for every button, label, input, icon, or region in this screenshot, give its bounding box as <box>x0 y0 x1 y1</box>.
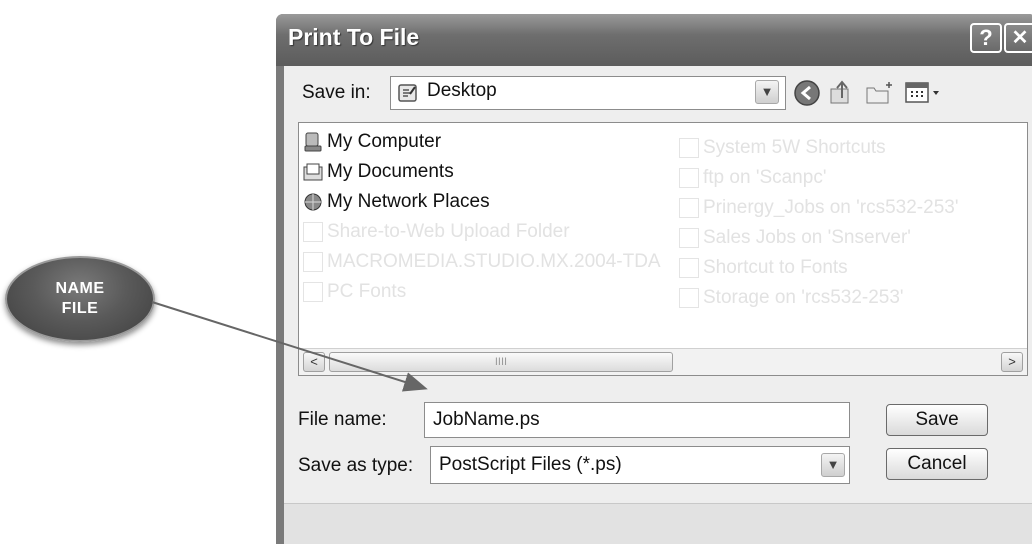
list-item[interactable]: System 5W Shortcuts <box>679 137 886 159</box>
list-item[interactable]: PC Fonts <box>303 281 406 303</box>
network-folder-icon <box>679 228 699 248</box>
close-button[interactable]: ✕ <box>1004 23 1032 53</box>
list-item-label: Prinergy_Jobs on 'rcs532-253' <box>703 197 959 218</box>
list-item-label: Shortcut to Fonts <box>703 257 848 278</box>
dialog-body: Save in: Desktop ▼ My Computer My Docume… <box>284 66 1032 544</box>
save-as-type-label: Save as type: <box>298 455 414 476</box>
back-icon[interactable] <box>792 78 822 108</box>
cancel-button[interactable]: Cancel <box>886 448 988 480</box>
title-bar: Print To File ? ✕ <box>276 14 1032 66</box>
list-item-label: Share-to-Web Upload Folder <box>327 221 570 242</box>
scroll-right-button[interactable]: > <box>1001 352 1023 372</box>
scroll-left-button[interactable]: < <box>303 352 325 372</box>
file-name-label: File name: <box>298 409 387 430</box>
list-item[interactable]: Share-to-Web Upload Folder <box>303 221 570 243</box>
chevron-down-icon[interactable]: ▼ <box>821 453 845 477</box>
save-in-dropdown[interactable]: Desktop ▼ <box>390 76 786 110</box>
callout-line-2: FILE <box>61 300 99 317</box>
folder-icon <box>303 282 323 302</box>
network-folder-icon <box>679 288 699 308</box>
folder-icon <box>303 222 323 242</box>
chevron-down-icon[interactable]: ▼ <box>755 80 779 104</box>
scroll-thumb[interactable]: IIII <box>329 352 673 372</box>
list-item-label: My Documents <box>327 161 454 182</box>
help-button[interactable]: ? <box>970 23 1002 53</box>
list-item[interactable]: Shortcut to Fonts <box>679 257 848 279</box>
print-to-file-dialog: Print To File ? ✕ Save in: Desktop ▼ My … <box>276 14 1032 544</box>
list-item[interactable]: Sales Jobs on 'Snserver' <box>679 227 911 249</box>
new-folder-icon[interactable] <box>864 78 896 108</box>
list-item-label: My Network Places <box>327 191 490 212</box>
file-name-input[interactable]: JobName.ps <box>424 402 850 438</box>
folder-icon <box>303 252 323 272</box>
save-in-value: Desktop <box>427 80 497 101</box>
list-item-label: System 5W Shortcuts <box>703 137 886 158</box>
list-item[interactable]: My Documents <box>303 161 454 183</box>
list-item[interactable]: Storage on 'rcs532-253' <box>679 287 904 309</box>
list-item-label: MACROMEDIA.STUDIO.MX.2004-TDA <box>327 251 661 272</box>
list-item[interactable]: MACROMEDIA.STUDIO.MX.2004-TDA <box>303 251 661 273</box>
list-item-label: PC Fonts <box>327 281 407 302</box>
list-item[interactable]: My Computer <box>303 131 441 153</box>
dialog-title: Print To File <box>288 24 420 50</box>
shortcut-icon <box>679 138 699 158</box>
save-as-type-dropdown[interactable]: PostScript Files (*.ps) ▼ <box>430 446 850 484</box>
view-menu-icon[interactable] <box>904 80 944 106</box>
list-item-label: ftp on 'Scanpc' <box>703 167 827 188</box>
save-in-label: Save in: <box>302 82 371 103</box>
save-button[interactable]: Save <box>886 404 988 436</box>
list-item-label: Storage on 'rcs532-253' <box>703 287 904 308</box>
list-item-label: Sales Jobs on 'Snserver' <box>703 227 911 248</box>
list-item[interactable]: My Network Places <box>303 191 490 213</box>
my-documents-icon <box>303 163 323 181</box>
list-item-label: My Computer <box>327 131 442 152</box>
list-item[interactable]: ftp on 'Scanpc' <box>679 167 826 189</box>
name-file-callout: NAME FILE <box>5 256 155 342</box>
file-list[interactable]: My Computer My Documents My Network Plac… <box>298 122 1028 376</box>
my-computer-icon <box>304 132 322 152</box>
list-item[interactable]: Prinergy_Jobs on 'rcs532-253' <box>679 197 958 219</box>
network-places-icon <box>304 193 322 211</box>
up-folder-icon[interactable] <box>828 78 856 108</box>
folder-icon <box>398 84 417 102</box>
file-name-value: JobName.ps <box>433 409 540 430</box>
network-folder-icon <box>679 198 699 218</box>
shortcut-icon <box>679 258 699 278</box>
callout-line-1: NAME <box>55 280 105 297</box>
network-folder-icon <box>679 168 699 188</box>
save-as-type-value: PostScript Files (*.ps) <box>439 454 622 475</box>
horizontal-scrollbar[interactable]: < IIII > <box>299 348 1027 375</box>
